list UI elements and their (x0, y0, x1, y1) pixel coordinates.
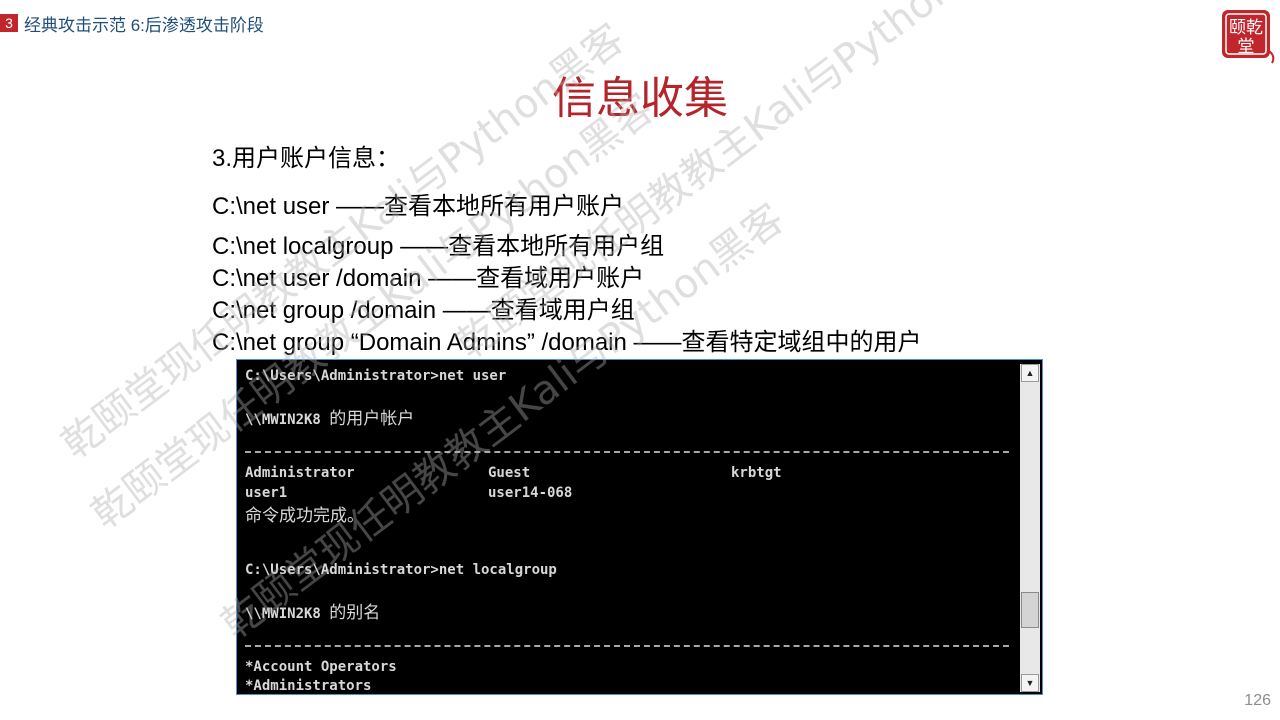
subheading: 3.用户账户信息： (212, 145, 401, 172)
terminal-screenshot: C:\Users\Administrator>net user \\MWIN2K… (236, 359, 1043, 695)
users-header-label: 的用户帐户 (329, 409, 415, 429)
scroll-up-icon: ▲ (1021, 364, 1039, 382)
terminal-prompt-net-localgroup: C:\Users\Administrator>net localgroup (245, 562, 557, 578)
svg-text:堂: 堂 (1238, 37, 1255, 57)
alias-header-label: 的别名 (329, 603, 381, 623)
qianyitang-logo: 颐乾 堂 (1222, 10, 1275, 64)
scroll-thumb (1021, 592, 1039, 628)
section-title: 经典攻击示范 6:后渗透攻击阶段 (24, 15, 264, 35)
svg-text:颐乾: 颐乾 (1229, 18, 1263, 38)
section-number-badge: 3 (0, 14, 18, 32)
command-line-2: C:\net localgroup ——查看本地所有用户组 (212, 233, 665, 260)
user-cell: user14-068 (488, 485, 573, 501)
group-item: *Account Operators (245, 659, 397, 675)
terminal-prompt-net-user: C:\Users\Administrator>net user (245, 368, 507, 384)
user-cell: user1 (245, 485, 288, 501)
user-cell: Guest (488, 465, 531, 481)
command-line-4: C:\net group /domain ——查看域用户组 (212, 297, 635, 324)
section-header: 3 经典攻击示范 6:后渗透攻击阶段 (0, 11, 264, 35)
alias-header: \\MWIN2K8 的别名 (245, 598, 380, 623)
slide-title: 信息收集 (552, 73, 728, 124)
user-cell: Administrator (245, 465, 355, 481)
user-cell: krbtgt (731, 465, 782, 481)
group-item: *Administrators (245, 678, 372, 694)
terminal-divider (245, 645, 1009, 647)
command-line-5: C:\net group “Domain Admins” /domain ——查… (212, 329, 922, 356)
alias-header-host: \\MWIN2K8 (245, 606, 330, 622)
users-header: \\MWIN2K8 的用户帐户 (245, 404, 414, 429)
command-success-text: 命令成功完成。 (245, 506, 364, 526)
command-line-1: C:\net user ——查看本地所有用户账户 (212, 193, 625, 220)
users-header-host: \\MWIN2K8 (245, 412, 330, 428)
scroll-down-icon: ▼ (1021, 674, 1039, 692)
terminal-content: C:\Users\Administrator>net user \\MWIN2K… (239, 362, 1021, 694)
command-line-3: C:\net user /domain ——查看域用户账户 (212, 265, 645, 292)
terminal-divider (245, 451, 1009, 453)
terminal-scrollbar: ▲ ▼ (1020, 364, 1040, 692)
page-number: 126 (1244, 692, 1271, 709)
